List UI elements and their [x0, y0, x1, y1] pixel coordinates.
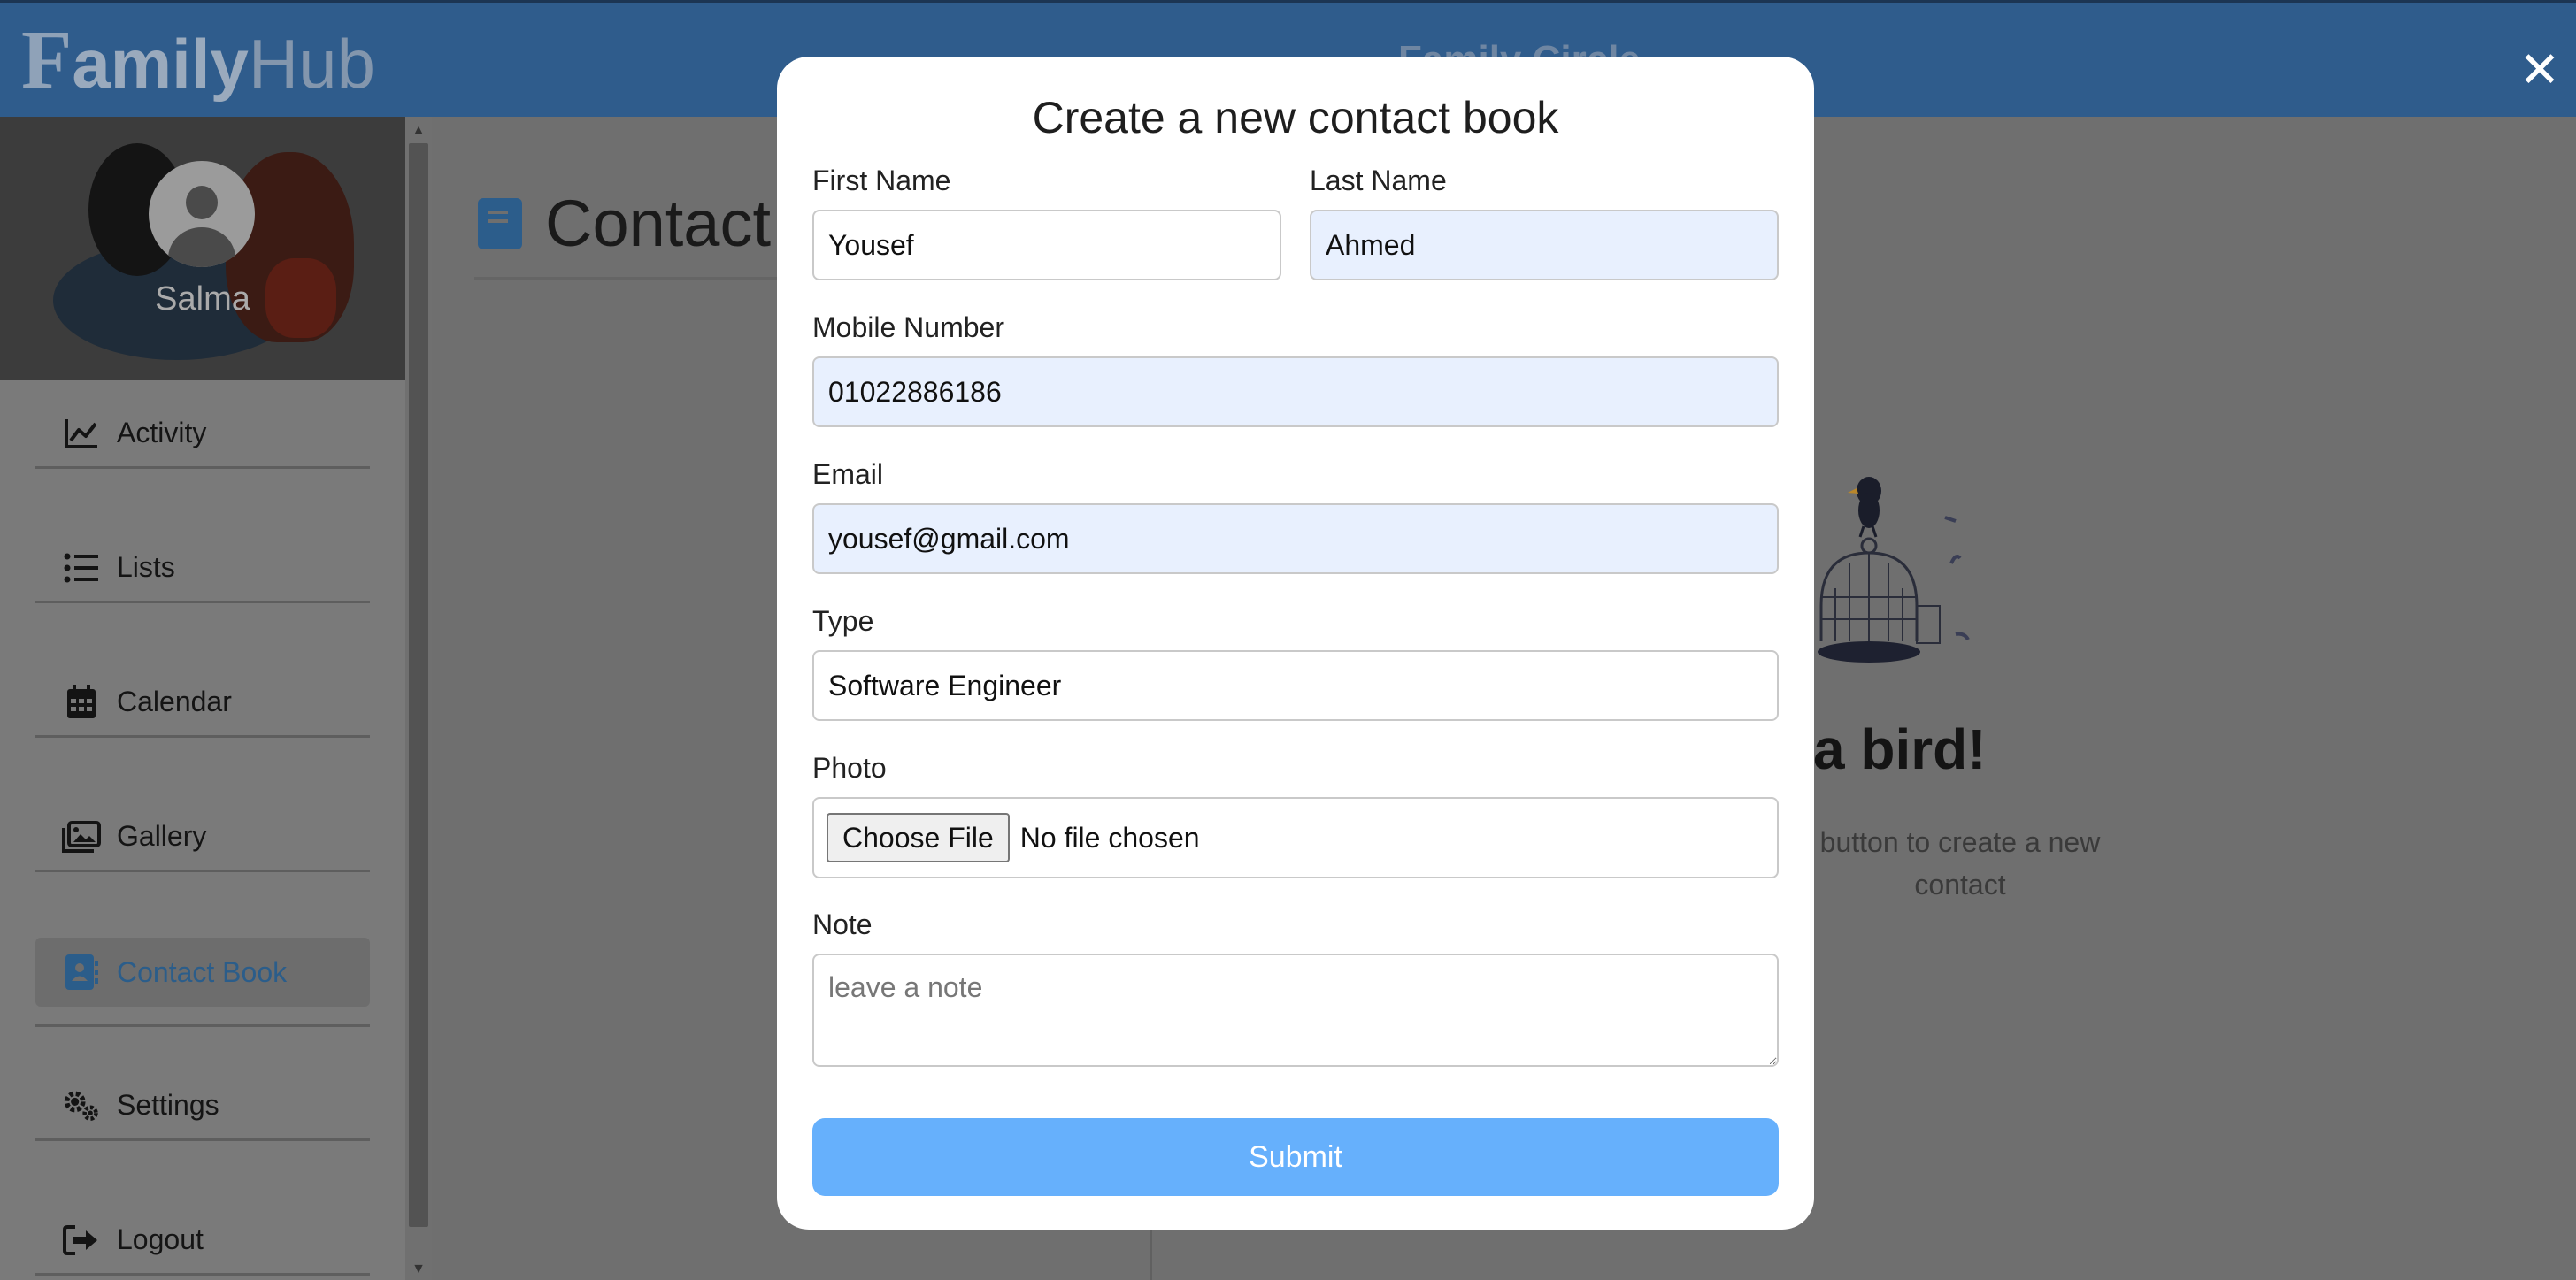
modal-title: Create a new contact book — [1032, 93, 1559, 142]
type-label: Type — [812, 605, 874, 637]
photo-label: Photo — [812, 752, 887, 784]
images-icon — [62, 817, 101, 856]
mobile-number-input[interactable] — [812, 356, 1779, 427]
sidebar-item-calendar[interactable]: Calendar — [35, 669, 370, 738]
scroll-down-arrow-icon[interactable]: ▼ — [405, 1259, 432, 1280]
last-name-label: Last Name — [1310, 165, 1447, 196]
mobile-number-label: Mobile Number — [812, 311, 1004, 343]
file-status-text: No file chosen — [1019, 821, 1200, 854]
page-title-text: Contact — [545, 187, 772, 260]
sidebar-item-activity[interactable]: Activity — [35, 400, 370, 469]
gears-icon — [62, 1086, 101, 1125]
sidebar: Salma Activity Lists Calendar Gallery Co… — [0, 117, 405, 1280]
sidebar-item-settings[interactable]: Settings — [35, 1072, 370, 1141]
logout-icon — [62, 1221, 101, 1260]
bird-cage-illustration-icon — [1818, 477, 1970, 663]
calendar-icon — [62, 683, 101, 722]
avatar-head — [186, 186, 218, 219]
empty-state-line: contact — [1914, 869, 2006, 901]
email-label: Email — [812, 458, 884, 490]
submit-button[interactable]: Submit — [812, 1118, 1779, 1196]
avatar-body — [168, 227, 235, 267]
app-logo[interactable]: FamilyHub — [21, 19, 375, 103]
sidebar-item-label: Calendar — [117, 686, 232, 717]
nav-divider — [35, 1024, 370, 1027]
empty-state-text: button to create a new contact — [1774, 821, 2146, 906]
logo-hub-text: Hub — [248, 25, 375, 103]
sidebar-item-contact-book[interactable]: Contact Book — [35, 938, 370, 1007]
first-name-label: First Name — [812, 165, 951, 196]
sidebar-item-label: Lists — [117, 551, 175, 583]
book-icon — [478, 197, 522, 249]
scroll-up-arrow-icon[interactable]: ▲ — [405, 120, 432, 142]
note-textarea[interactable] — [812, 954, 1779, 1067]
profile-header: Salma — [0, 117, 405, 380]
choose-file-button[interactable]: Choose File — [827, 813, 1010, 862]
user-name: Salma — [155, 280, 250, 318]
logo-family-text: amily — [72, 25, 249, 103]
avatar[interactable] — [149, 161, 255, 267]
column-divider — [1150, 1221, 1152, 1280]
sidebar-scrollbar[interactable]: ▲ ▼ — [405, 117, 432, 1280]
create-contact-modal: Create a new contact book First Name Las… — [777, 57, 1814, 1230]
last-name-input[interactable] — [1310, 210, 1779, 280]
address-book-icon — [62, 953, 101, 992]
scrollbar-thumb[interactable] — [409, 143, 428, 1227]
sidebar-item-gallery[interactable]: Gallery — [35, 803, 370, 872]
type-input[interactable] — [812, 650, 1779, 721]
logo-initial: F — [21, 14, 73, 106]
chart-line-icon — [62, 414, 101, 453]
sidebar-item-label: Activity — [117, 417, 207, 448]
first-name-input[interactable] — [812, 210, 1281, 280]
photo-file-input[interactable]: Choose File No file chosen — [812, 797, 1779, 878]
sidebar-item-logout[interactable]: Logout — [35, 1207, 370, 1276]
page-title: Contact — [478, 186, 771, 261]
sidebar-item-label: Logout — [117, 1223, 204, 1255]
empty-state-line: button to create a new — [1819, 826, 2101, 858]
note-label: Note — [812, 908, 873, 940]
list-icon — [62, 548, 101, 587]
email-input[interactable] — [812, 503, 1779, 574]
sidebar-item-label: Gallery — [117, 820, 207, 852]
sidebar-item-label: Contact Book — [117, 955, 288, 988]
sidebar-item-label: Settings — [117, 1089, 219, 1121]
close-modal-button[interactable]: ✕ — [2518, 45, 2561, 95]
sidebar-item-lists[interactable]: Lists — [35, 534, 370, 603]
